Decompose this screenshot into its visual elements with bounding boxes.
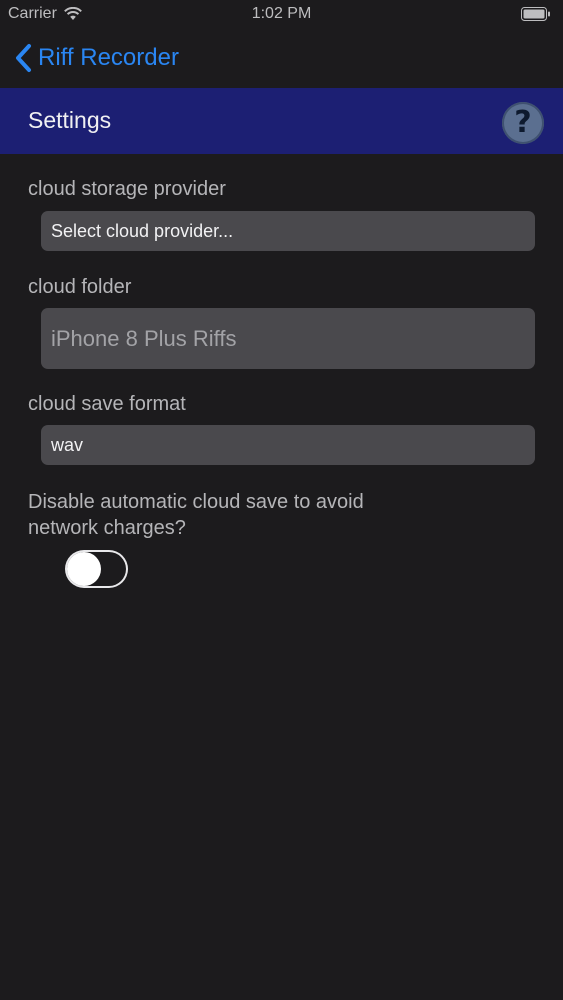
battery-icon — [521, 7, 550, 21]
help-button[interactable]: ? — [502, 102, 544, 144]
cloud-format-select[interactable]: wav — [41, 425, 535, 465]
question-mark-icon: ? — [514, 105, 532, 140]
auto-save-label-line2: network charges? — [28, 517, 186, 539]
navigation-bar: Riff Recorder — [0, 30, 563, 88]
toggle-knob — [67, 552, 101, 586]
cloud-folder-field — [41, 308, 535, 369]
chevron-left-icon — [16, 44, 31, 72]
back-button-label: Riff Recorder — [38, 44, 179, 71]
cloud-provider-label: cloud storage provider — [28, 178, 226, 200]
cloud-provider-value: Select cloud provider... — [51, 220, 234, 241]
back-button[interactable]: Riff Recorder — [14, 41, 179, 75]
cloud-format-label: cloud save format — [28, 393, 186, 415]
cloud-format-value: wav — [51, 434, 84, 455]
page-title: Settings — [28, 107, 112, 133]
auto-save-label-line1: Disable automatic cloud save to avoid — [28, 491, 364, 513]
settings-header: Settings ? — [0, 88, 563, 154]
cloud-folder-input[interactable] — [51, 325, 535, 352]
status-bar: Carrier 1:02 PM — [0, 0, 563, 30]
clock: 1:02 PM — [251, 5, 312, 22]
auto-save-toggle[interactable] — [65, 550, 128, 588]
auto-save-label: Disable automatic cloud save to avoid ne… — [28, 489, 364, 541]
cloud-provider-select[interactable]: Select cloud provider... — [41, 211, 535, 251]
cloud-folder-label: cloud folder — [28, 276, 132, 298]
